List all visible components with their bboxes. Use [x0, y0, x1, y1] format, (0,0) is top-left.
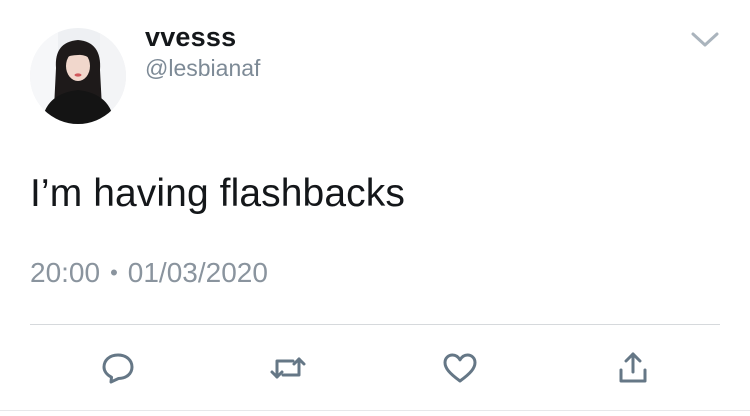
bottom-divider	[0, 410, 750, 411]
avatar[interactable]	[30, 28, 126, 124]
retweet-arrows-icon	[270, 357, 306, 379]
reply-button[interactable]	[96, 346, 140, 390]
user-handle[interactable]: @lesbianaf	[145, 55, 260, 82]
separator-dot: •	[110, 260, 118, 285]
share-button[interactable]	[611, 346, 655, 390]
like-button[interactable]	[438, 346, 482, 390]
display-name[interactable]: vvesss	[145, 22, 236, 53]
profile-photo-icon	[30, 28, 126, 124]
reply-bubble-icon	[102, 353, 134, 384]
tweet-time: 20:00	[30, 257, 101, 288]
share-upload-icon	[619, 352, 647, 383]
chevron-down-icon[interactable]	[690, 28, 720, 50]
tweet-text: I’m having flashbacks	[30, 172, 405, 215]
tweet-timestamp[interactable]: 20:00 • 01/03/2020	[30, 257, 268, 289]
retweet-button[interactable]	[266, 346, 310, 390]
action-bar	[0, 346, 750, 390]
tweet-card: vvesss @lesbianaf I’m having flashbacks …	[0, 0, 750, 416]
divider	[30, 324, 720, 325]
heart-icon	[443, 353, 477, 383]
tweet-date: 01/03/2020	[127, 257, 268, 288]
